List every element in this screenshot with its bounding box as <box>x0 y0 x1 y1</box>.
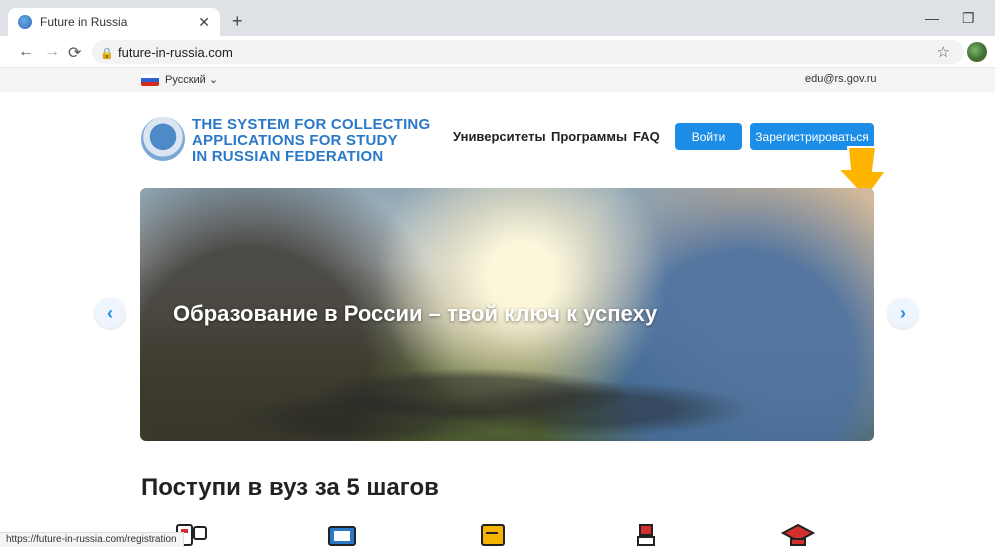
banner-title: Образование в России – твой ключ к успех… <box>173 301 658 326</box>
logo-line-1: THE SYSTEM FOR COLLECTING <box>192 116 431 133</box>
logo-line-2: APPLICATIONS FOR STUDY <box>192 132 398 149</box>
nav-universities[interactable]: Университеты <box>453 129 546 144</box>
lock-icon: 🔒 <box>100 48 114 60</box>
nav-programs[interactable]: Программы <box>551 129 627 144</box>
russia-flag-icon <box>141 73 159 86</box>
url-text: future-in-russia.com <box>118 44 233 60</box>
steps-section-title: Поступи в вуз за 5 шагов <box>141 474 439 501</box>
step-2-icon <box>328 526 356 546</box>
contact-email[interactable]: edu@rs.gov.ru <box>805 73 877 85</box>
carousel-next-button[interactable]: › <box>888 298 918 328</box>
status-bar-url: https://future-in-russia.com/registratio… <box>0 532 184 547</box>
site-favicon-icon <box>18 15 32 29</box>
reload-icon[interactable]: ⟳ <box>68 43 81 63</box>
browser-tab[interactable]: Future in Russia ✕ <box>8 8 220 36</box>
new-tab-icon[interactable]: + <box>232 11 243 32</box>
seal-logo[interactable] <box>141 117 185 161</box>
url-field[interactable]: 🔒 future-in-russia.com ☆ <box>92 40 964 64</box>
language-label: Русский ⌄ <box>165 74 219 86</box>
banner-people-image <box>140 327 874 441</box>
tab-title: Future in Russia <box>40 15 128 29</box>
hero-banner: Образование в России – твой ключ к успех… <box>140 188 874 441</box>
login-button[interactable]: Войти <box>675 123 742 150</box>
close-tab-icon[interactable]: ✕ <box>198 14 210 31</box>
site-topbar: Русский ⌄ edu@rs.gov.ru <box>0 68 995 92</box>
profile-avatar[interactable] <box>967 42 987 62</box>
back-icon[interactable]: ← <box>18 43 34 61</box>
browser-tab-strip: Future in Russia ✕ + — ❐ <box>0 0 995 36</box>
site-logo-text[interactable]: THE SYSTEM FOR COLLECTING APPLICATIONS F… <box>192 117 430 165</box>
nav-faq[interactable]: FAQ <box>633 129 660 144</box>
bookmark-star-icon[interactable]: ☆ <box>937 43 950 61</box>
carousel-prev-button[interactable]: ‹ <box>95 298 125 328</box>
step-4-icon <box>637 524 655 546</box>
address-bar: ← → ⟳ 🔒 future-in-russia.com ☆ <box>0 36 995 68</box>
step-5-icon <box>781 523 815 546</box>
logo-line-3: IN RUSSIAN FEDERATION <box>192 148 384 165</box>
forward-icon[interactable]: → <box>44 43 60 61</box>
restore-icon[interactable]: ❐ <box>962 10 975 27</box>
language-selector[interactable]: Русский ⌄ <box>141 73 218 86</box>
minimize-icon[interactable]: — <box>925 10 939 26</box>
step-3-icon <box>481 524 505 546</box>
